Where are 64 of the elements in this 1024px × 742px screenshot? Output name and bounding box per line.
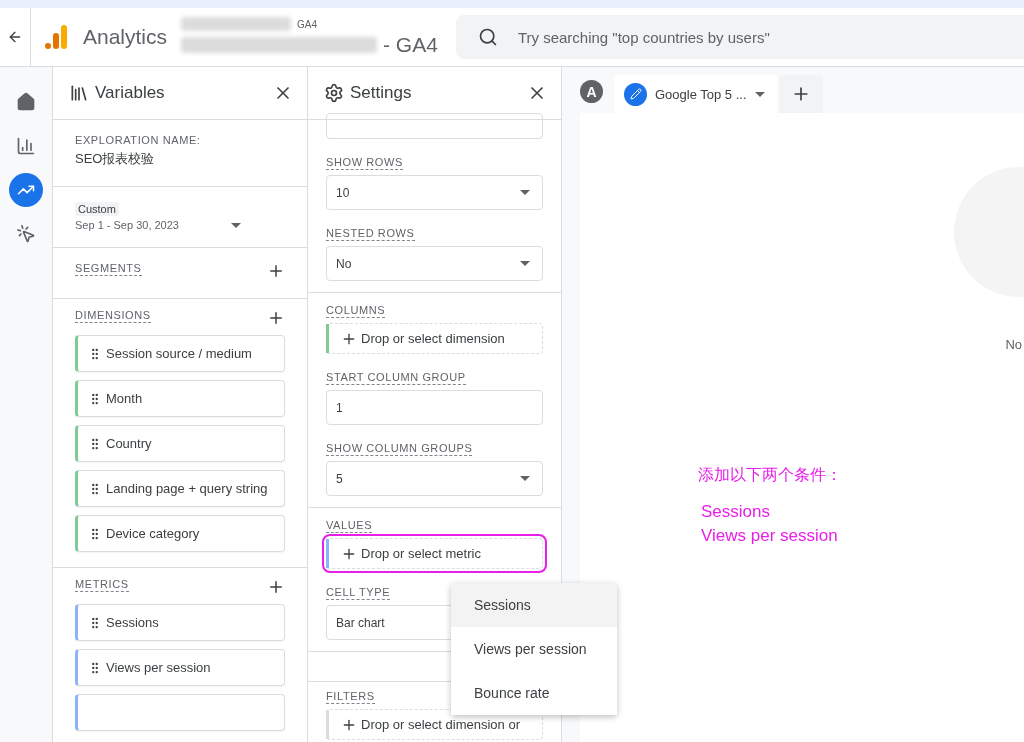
annotation-line: Views per session bbox=[701, 525, 839, 547]
account-label: GA4 bbox=[297, 18, 318, 30]
bar-chart-icon bbox=[16, 136, 36, 156]
metric-chip[interactable]: Views per session bbox=[75, 649, 285, 686]
menu-item[interactable]: Bounce rate bbox=[451, 671, 617, 715]
date-range[interactable]: Sep 1 - Sep 30, 2023 bbox=[75, 219, 179, 231]
empty-state-text: No bbox=[1005, 337, 1022, 352]
dimension-chip[interactable]: Landing page + query string bbox=[75, 470, 285, 507]
field-label: COLUMNS bbox=[326, 304, 386, 318]
panel-title: Variables bbox=[95, 83, 166, 103]
pencil-icon bbox=[624, 82, 647, 106]
field-label: SHOW COLUMN GROUPS bbox=[326, 442, 473, 456]
field-label: START COLUMN GROUP bbox=[326, 371, 466, 385]
select-field[interactable]: 10 bbox=[326, 175, 543, 210]
drop-zone[interactable]: Drop or select dimension bbox=[326, 323, 543, 354]
dropdown-caret-icon bbox=[754, 91, 765, 97]
annotation-title: 添加以下两个条件： bbox=[698, 465, 843, 485]
pointer-click-icon bbox=[16, 224, 36, 244]
date-preset-tag: Custom bbox=[75, 202, 119, 216]
dropdown-caret-icon bbox=[520, 190, 530, 195]
input-field[interactable]: 1 bbox=[326, 390, 543, 425]
dimension-chip[interactable]: Month bbox=[75, 380, 285, 417]
add-button[interactable] bbox=[267, 262, 285, 280]
search-field[interactable]: Try searching "top countries by users" bbox=[455, 15, 1024, 59]
select-field[interactable]: 5 bbox=[326, 461, 543, 496]
app-name: Analytics bbox=[83, 25, 168, 49]
menu-item[interactable]: Sessions bbox=[451, 583, 617, 627]
nav-rail-button[interactable] bbox=[9, 173, 43, 207]
section-label: DIMENSIONS bbox=[75, 309, 151, 323]
field-label: VALUES bbox=[326, 519, 373, 533]
section-label: SEGMENTS bbox=[75, 262, 142, 276]
field-label: CELL TYPE bbox=[326, 586, 391, 600]
annotation-line: Sessions bbox=[701, 501, 771, 523]
section-label: METRICS bbox=[75, 578, 129, 592]
menu-item[interactable]: Views per session bbox=[451, 627, 617, 671]
dimension-chip[interactable]: Device category bbox=[75, 515, 285, 552]
exploration-tab[interactable]: Google Top 5 ... bbox=[614, 75, 777, 113]
add-button[interactable] bbox=[267, 309, 285, 327]
exploration-name: SEO报表校验 bbox=[75, 150, 156, 168]
analytics-logo-icon bbox=[43, 24, 69, 50]
add-tab-button[interactable] bbox=[778, 75, 823, 113]
metric-chip[interactable]: Sessions bbox=[75, 604, 285, 641]
add-button[interactable] bbox=[267, 578, 285, 596]
dimension-chip[interactable]: Session source / medium bbox=[75, 335, 285, 372]
dropdown-caret-icon bbox=[231, 222, 241, 228]
search-icon bbox=[477, 27, 498, 47]
avatar-badge: A bbox=[580, 80, 603, 103]
panel-title: Settings bbox=[350, 83, 413, 103]
variables-icon bbox=[69, 83, 89, 103]
field-label: SHOW ROWS bbox=[326, 156, 403, 170]
field-label: NESTED ROWS bbox=[326, 227, 415, 241]
dropdown-caret-icon bbox=[520, 476, 530, 481]
select-field[interactable]: No bbox=[326, 246, 543, 281]
input-field[interactable] bbox=[326, 113, 543, 139]
settings-icon bbox=[324, 83, 344, 103]
field-label: EXPLORATION NAME: bbox=[75, 134, 202, 146]
home-icon bbox=[16, 92, 36, 112]
field-label: FILTERS bbox=[326, 690, 375, 704]
dropdown-caret-icon bbox=[520, 261, 530, 266]
plus-icon bbox=[267, 309, 285, 327]
back-button[interactable] bbox=[7, 29, 23, 45]
dimension-chip[interactable]: Country bbox=[75, 425, 285, 462]
property-name: - GA4 bbox=[383, 33, 438, 57]
search-input[interactable]: Try searching "top countries by users" bbox=[515, 27, 1024, 47]
